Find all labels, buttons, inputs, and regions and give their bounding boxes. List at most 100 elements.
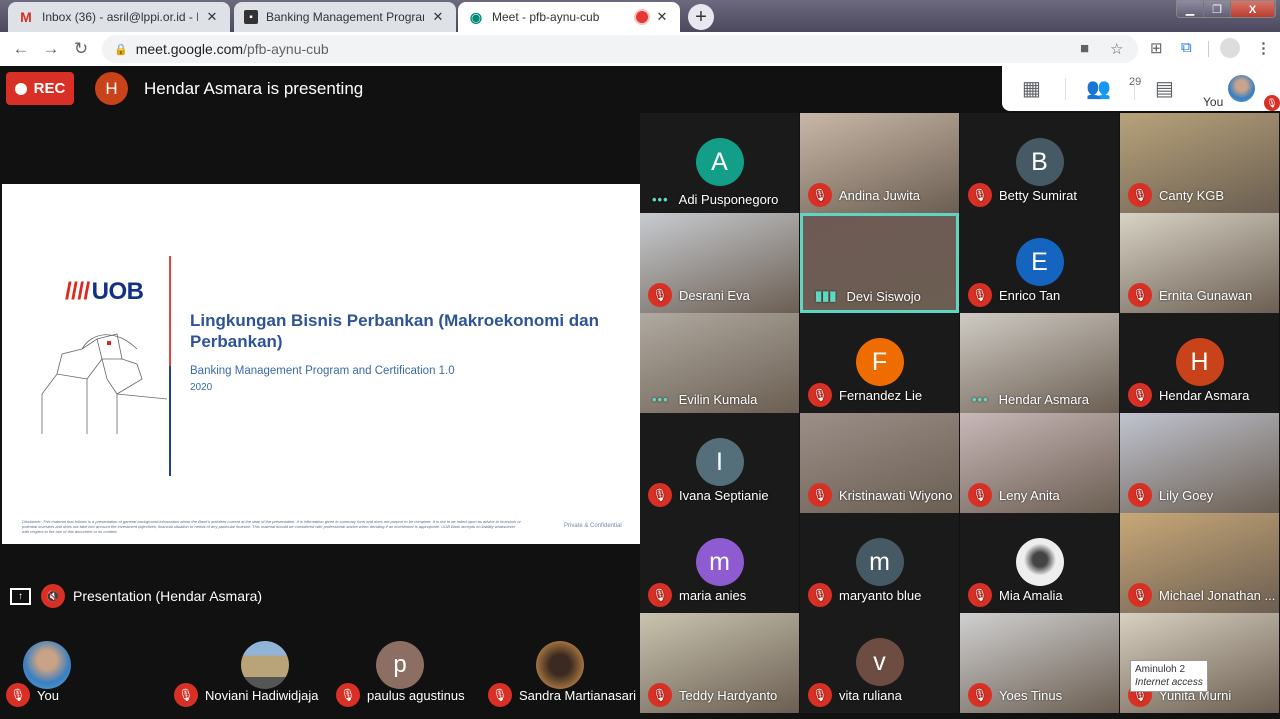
tooltip: Aminuloh 2 Internet access xyxy=(1130,660,1208,692)
participant-name: Ivana Septianie xyxy=(679,487,769,503)
close-tab-icon[interactable]: ✕ xyxy=(204,9,220,25)
presentation-label: Presentation (Hendar Asmara) xyxy=(73,588,263,604)
private-confidential-label: Private & Confidential xyxy=(564,523,622,529)
slide-subtitle: Banking Management Program and Certifica… xyxy=(190,365,455,377)
participant-tile[interactable]: B 🎙 Betty Sumirat xyxy=(960,113,1119,213)
participant-tile[interactable]: I 🎙 Ivana Septianie xyxy=(640,413,799,513)
expand-presentation-icon[interactable]: ↑ xyxy=(10,587,31,605)
participant-tile[interactable]: 🎙 Lily Goey xyxy=(1120,413,1279,513)
reload-button[interactable]: ↻ xyxy=(66,34,96,64)
chat-icon[interactable]: ▤ xyxy=(1155,76,1174,101)
participant-avatar: A xyxy=(695,138,744,186)
building-flag xyxy=(107,341,111,345)
participant-tile[interactable]: 🎙 Desrani Eva xyxy=(640,213,799,313)
more-dots-icon: ••• xyxy=(652,192,669,207)
participant-label: ••• Evilin Kumala xyxy=(648,392,757,407)
grid-layout-icon[interactable]: ▦ xyxy=(1022,76,1041,101)
menu-dots-icon[interactable]: ⋮ xyxy=(1256,39,1271,57)
participant-tile[interactable]: ••• Evilin Kumala xyxy=(640,313,799,413)
self-avatar[interactable] xyxy=(1228,75,1255,102)
participant-name: Noviani Hadiwidjaja xyxy=(205,687,319,703)
participant-tile[interactable]: 🎙 Yoes Tinus xyxy=(960,613,1119,713)
filmstrip-tile[interactable]: 🎙 Noviani Hadiwidjaja xyxy=(168,638,328,718)
participant-name: Devi Siswojo xyxy=(846,288,921,304)
participant-name: Yoes Tinus xyxy=(999,687,1063,703)
forward-button[interactable]: → xyxy=(36,34,66,64)
extensions-grid-icon[interactable]: ⊞ xyxy=(1150,39,1163,57)
participant-tile[interactable]: ▮▮▮ Devi Siswojo xyxy=(800,213,959,313)
participant-name: maryanto blue xyxy=(839,587,922,603)
mic-off-icon: 🎙 xyxy=(648,483,672,507)
participant-tile[interactable]: 🎙 Leny Anita xyxy=(960,413,1119,513)
participant-tile[interactable]: 🎙 Kristinawati Wiyono xyxy=(800,413,959,513)
tooltip-title: Aminuloh 2 xyxy=(1135,664,1186,675)
back-button[interactable]: ← xyxy=(6,34,36,64)
mic-off-icon: 🎙 xyxy=(1128,183,1152,207)
minimize-button[interactable]: ▁ xyxy=(1177,1,1204,17)
participant-name: Ernita Gunawan xyxy=(1159,287,1253,303)
participant-tile[interactable]: A ••• Adi Pusponegoro xyxy=(640,113,799,213)
tab-label: Meet - pfb-aynu-cub xyxy=(492,10,600,24)
filmstrip-tile[interactable]: p 🎙 paulus agustinus xyxy=(330,638,490,718)
self-label: You xyxy=(1203,95,1224,109)
cast-extension-icon[interactable]: ⧉ xyxy=(1181,39,1192,56)
mic-off-icon: 🎙 xyxy=(1128,483,1152,507)
camera-icon[interactable]: ■ xyxy=(1080,40,1089,57)
participant-avatar: v xyxy=(855,638,904,686)
recording-indicator-icon xyxy=(636,11,648,23)
tab-gmail[interactable]: M Inbox (36) - asril@lppi.or.id - Lem ✕ xyxy=(8,2,230,32)
mic-off-icon: 🎙 xyxy=(1128,583,1152,607)
tab-banking-program[interactable]: ▪ Banking Management Program a ✕ xyxy=(234,2,456,32)
participant-name: Canty KGB xyxy=(1159,187,1225,203)
participant-label: ▮▮▮ Devi Siswojo xyxy=(811,288,921,304)
participant-avatar: m xyxy=(695,538,744,586)
restore-button[interactable]: ❐ xyxy=(1204,1,1231,17)
recording-badge: REC xyxy=(6,72,74,105)
filmstrip-tile[interactable]: 🎙 You xyxy=(0,638,160,718)
participant-label: 🎙 Lily Goey xyxy=(1128,483,1213,507)
tab-meet[interactable]: ◉ Meet - pfb-aynu-cub ✕ xyxy=(458,2,680,32)
gmail-icon: M xyxy=(20,9,32,25)
participant-tile[interactable]: E 🎙 Enrico Tan xyxy=(960,213,1119,313)
close-window-button[interactable]: X xyxy=(1231,1,1275,17)
divider-red xyxy=(169,256,171,366)
participant-tile[interactable]: 🎙 Michael Jonathan ... xyxy=(1120,513,1279,613)
presentation-label-bar: ↑ 🔇 Presentation (Hendar Asmara) xyxy=(10,584,262,608)
participant-tile[interactable]: 🎙 Canty KGB xyxy=(1120,113,1279,213)
browser-toolbar: ← → ↻ 🔒 meet.google.com/pfb-aynu-cub ■ ☆… xyxy=(0,32,1280,66)
profile-avatar-icon[interactable] xyxy=(1220,38,1240,58)
new-tab-button[interactable]: + xyxy=(688,4,714,30)
participant-name: Enrico Tan xyxy=(999,287,1061,303)
presenter-avatar: H xyxy=(95,72,128,105)
participant-name: Leny Anita xyxy=(999,487,1060,503)
meet-icon: ◉ xyxy=(469,8,483,25)
presentation-slide: ////UOB Lingkungan Bisnis Perbankan (Mak… xyxy=(2,184,640,544)
participant-tile[interactable]: 🎙 Andina Juwita xyxy=(800,113,959,213)
tooltip-subtitle: Internet access xyxy=(1135,677,1203,688)
participant-tile[interactable]: F 🎙 Fernandez Lie xyxy=(800,313,959,413)
participant-tile[interactable]: 🎙 Mia Amalia xyxy=(960,513,1119,613)
participant-tile[interactable]: v 🎙 vita ruliana xyxy=(800,613,959,713)
participant-tile[interactable]: 🎙 Teddy Hardyanto xyxy=(640,613,799,713)
participant-label: 🎙 Mia Amalia xyxy=(968,583,1063,607)
mic-off-icon: 🎙 xyxy=(174,683,198,707)
mic-off-icon: 🎙 xyxy=(968,583,992,607)
participant-tile[interactable]: m 🎙 maryanto blue xyxy=(800,513,959,613)
participant-name: Lily Goey xyxy=(1159,487,1214,503)
participant-tile[interactable]: ••• Hendar Asmara xyxy=(960,313,1119,413)
close-tab-icon[interactable]: ✕ xyxy=(654,9,670,25)
mic-off-icon: 🎙 xyxy=(6,683,30,707)
participant-name: Betty Sumirat xyxy=(999,187,1078,203)
slide-year: 2020 xyxy=(190,382,213,393)
people-icon[interactable]: 👥 xyxy=(1086,76,1111,101)
url-path: /pfb-aynu-cub xyxy=(243,41,329,57)
close-tab-icon[interactable]: ✕ xyxy=(430,9,446,25)
participant-tile[interactable]: H 🎙 Hendar Asmara xyxy=(1120,313,1279,413)
filmstrip-tile[interactable]: 🎙 Sandra Martianasari xyxy=(482,638,642,718)
participant-tile[interactable]: 🎙 Ernita Gunawan xyxy=(1120,213,1279,313)
address-bar[interactable]: 🔒 meet.google.com/pfb-aynu-cub ■ ☆ xyxy=(102,35,1138,63)
participant-tile[interactable]: m 🎙 maria anies xyxy=(640,513,799,613)
mic-off-icon: 🎙 xyxy=(968,483,992,507)
bookmark-star-icon[interactable]: ☆ xyxy=(1110,40,1123,58)
participant-name: Adi Pusponegoro xyxy=(678,192,779,207)
